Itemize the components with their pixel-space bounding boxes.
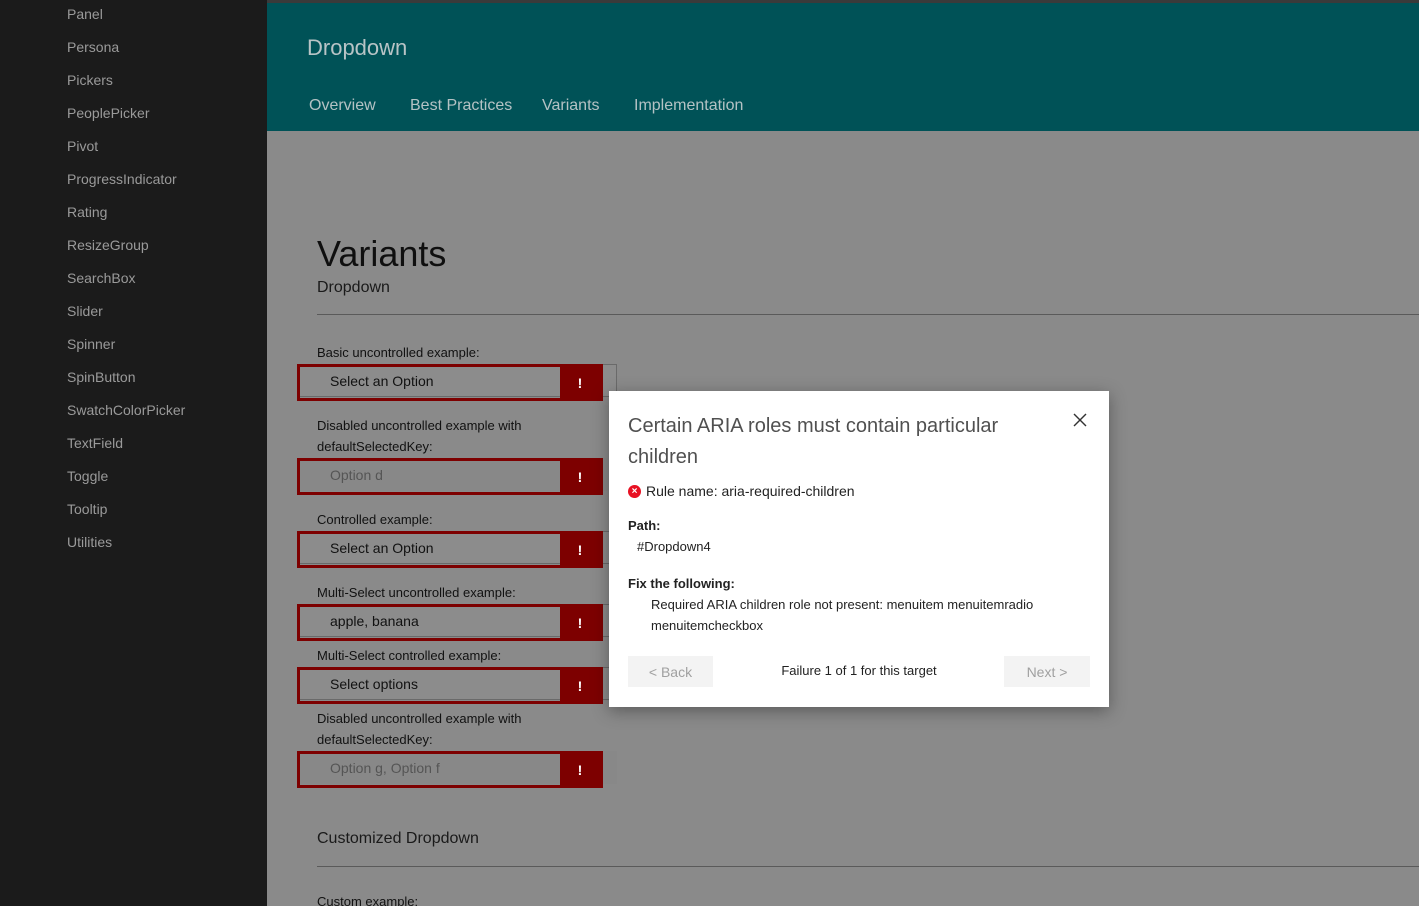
accessibility-error-badge[interactable]: ! (560, 607, 600, 638)
sidebar-item-panel[interactable]: Panel (67, 5, 103, 23)
sidebar-item-persona[interactable]: Persona (67, 38, 119, 56)
field-label: Disabled uncontrolled example with defau… (317, 418, 522, 454)
sidebar-item-searchbox[interactable]: SearchBox (67, 269, 135, 287)
accessibility-error-badge[interactable]: ! (560, 754, 600, 785)
sidebar-item-tooltip[interactable]: Tooltip (67, 500, 107, 518)
section-title-dropdown: Dropdown (317, 279, 390, 296)
failure-status: Failure 1 of 1 for this target (781, 663, 937, 678)
fix-label: Fix the following: (628, 576, 735, 591)
sidebar-item-pivot[interactable]: Pivot (67, 137, 98, 155)
dropdown-multiselect-controlled[interactable]: Select options ! (297, 667, 617, 704)
sidebar-item-swatchcolorpicker[interactable]: SwatchColorPicker (67, 401, 185, 419)
sidebar-item-textfield[interactable]: TextField (67, 434, 123, 452)
header-title: Dropdown (307, 35, 408, 60)
section-divider (317, 314, 1419, 315)
dropdown-controlled[interactable]: Select an Option ! (297, 531, 617, 568)
fix-text: Required ARIA children role not present:… (651, 597, 1034, 633)
dropdown-value: Select options (330, 676, 418, 692)
accessibility-error-badge[interactable]: ! (560, 670, 600, 701)
sidebar-item-spinner[interactable]: Spinner (67, 335, 115, 353)
dialog-title: Certain ARIA roles must contain particul… (628, 415, 999, 468)
rule-name-row: × Rule name: aria-required-children (628, 483, 855, 499)
close-icon[interactable] (1071, 411, 1089, 429)
dropdown-multiselect-disabled: Option g, Option f ! (297, 751, 617, 788)
sidebar-item-resizegroup[interactable]: ResizeGroup (67, 236, 149, 254)
field-label: Multi-Select controlled example: (317, 648, 502, 663)
dropdown-value: Option d (330, 467, 383, 483)
field-label: Basic uncontrolled example: (317, 345, 480, 360)
section-divider (317, 866, 1419, 867)
rule-name: Rule name: aria-required-children (646, 483, 855, 499)
sidebar-nav: Panel Persona Pickers PeoplePicker Pivot… (0, 0, 267, 906)
field-label: Disabled uncontrolled example with defau… (317, 711, 522, 747)
path-label: Path: (628, 518, 661, 533)
page-title: Variants (317, 233, 447, 275)
sidebar-item-rating[interactable]: Rating (67, 203, 107, 221)
tab-best-practices[interactable]: Best Practices (410, 97, 512, 115)
path-value: #Dropdown4 (637, 539, 711, 554)
sidebar-item-pickers[interactable]: Pickers (67, 71, 113, 89)
dropdown-value: Select an Option (330, 540, 434, 556)
accessibility-error-badge[interactable]: ! (560, 367, 600, 398)
sidebar-item-slider[interactable]: Slider (67, 302, 103, 320)
dropdown-basic-uncontrolled[interactable]: Select an Option ! (297, 364, 617, 401)
field-label: Multi-Select uncontrolled example: (317, 585, 516, 600)
dropdown-disabled-uncontrolled: Option d ! (297, 458, 617, 495)
page-header: Dropdown Overview Best Practices Variant… (267, 3, 1419, 131)
tab-implementation[interactable]: Implementation (634, 97, 743, 115)
field-label: Controlled example: (317, 512, 433, 527)
tab-overview[interactable]: Overview (309, 97, 376, 115)
next-button[interactable]: Next > (1004, 656, 1090, 687)
dropdown-value: Select an Option (330, 373, 434, 389)
sidebar-item-utilities[interactable]: Utilities (67, 533, 112, 551)
accessibility-error-badge[interactable]: ! (560, 534, 600, 565)
dropdown-value: apple, banana (330, 613, 419, 629)
tab-variants[interactable]: Variants (542, 97, 600, 115)
sidebar-item-toggle[interactable]: Toggle (67, 467, 108, 485)
sidebar-item-progressindicator[interactable]: ProgressIndicator (67, 170, 177, 188)
sidebar-item-spinbutton[interactable]: SpinButton (67, 368, 136, 386)
field-label: Custom example: (317, 894, 419, 906)
section-title-customized-dropdown: Customized Dropdown (317, 830, 479, 847)
error-circle-icon: × (628, 484, 641, 498)
dropdown-value: Option g, Option f (330, 760, 440, 776)
dropdown-multiselect-uncontrolled[interactable]: apple, banana ! (297, 604, 617, 641)
accessibility-error-badge[interactable]: ! (560, 461, 600, 492)
accessibility-failure-dialog: Certain ARIA roles must contain particul… (609, 391, 1109, 707)
back-button[interactable]: < Back (628, 656, 713, 687)
sidebar-item-peoplepicker[interactable]: PeoplePicker (67, 104, 150, 122)
